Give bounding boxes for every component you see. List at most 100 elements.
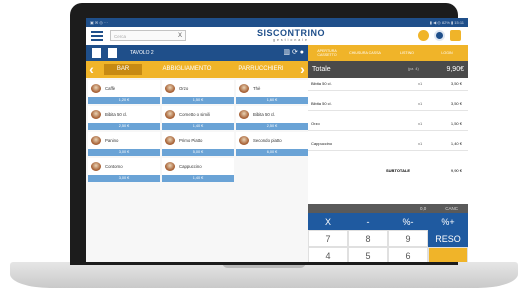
receipt-item-name: Orzo	[311, 121, 320, 126]
logo-text: SISCONTRINO	[256, 28, 325, 38]
main-course-icon	[239, 136, 249, 145]
receipt-item-qty: x1	[418, 141, 423, 146]
product-name: Cornetto o simili	[179, 112, 210, 117]
chevron-left-icon[interactable]: ‹	[86, 61, 97, 78]
key-4[interactable]: 4	[308, 247, 348, 262]
total-bar: Totale (pz. 4) 9,90€	[308, 61, 468, 78]
total-amount: 9,90€	[446, 66, 464, 73]
display-value: 0,0	[420, 206, 427, 211]
product-price: 2,50 €	[88, 123, 160, 130]
product-tile[interactable]: Thè 1,60 €	[236, 80, 308, 105]
product-name: Thè	[253, 86, 261, 91]
category-bar: ‹ BAR ABBIGLIAMENTO PARRUCCHIERI ›	[86, 61, 308, 78]
total-label: Totale	[312, 66, 331, 73]
croissant-icon	[165, 110, 175, 119]
receipt-icon[interactable]	[92, 48, 101, 58]
category-tab-hairdressers[interactable]: PARRUCCHIERI	[228, 64, 294, 75]
receipt-item-price: 1,40 €	[450, 141, 462, 146]
status-right: ▮ ◀ ◎ 82% ▮ 15:11	[429, 20, 464, 25]
product-name: Secondo piatto	[253, 138, 282, 143]
status-left: ▣ ✉ ◎ ···	[90, 20, 108, 25]
product-tile[interactable]: Secondo piatto 6,00 €	[236, 132, 308, 157]
receipt-item-qty: x1	[418, 121, 423, 126]
open-drawer-button[interactable]: APERTURA CASSETTO	[310, 45, 344, 61]
toolbar-actions-icons[interactable]: ▥ ⟳ ●	[283, 48, 304, 58]
key-6[interactable]: 6	[388, 247, 428, 262]
receipt-item-qty: x1	[418, 101, 423, 106]
user-avatar-icon[interactable]	[418, 30, 429, 41]
key-5[interactable]: 5	[348, 247, 388, 262]
product-name: Panino	[105, 138, 119, 143]
top-bar: Cerca X SISCONTRINO gestionale	[86, 27, 468, 46]
keypad: X - %- %+ 7 8 9 RESO 4 5 6	[308, 213, 468, 262]
product-name: Caffè	[105, 86, 116, 91]
product-name: Contorno	[105, 164, 123, 169]
key-extra[interactable]	[428, 247, 468, 262]
cappuccino-icon	[165, 162, 175, 171]
search-clear-button[interactable]: X	[178, 31, 182, 42]
receipt-item-price: 3,50 €	[450, 81, 462, 86]
tea-cup-icon	[239, 84, 249, 93]
key-percent-plus[interactable]: %+	[428, 213, 468, 230]
logo-subtitle: gestionale	[273, 38, 309, 42]
receipt-item-price: 1,50 €	[450, 121, 462, 126]
product-price: 3,00 €	[88, 175, 160, 182]
product-tile[interactable]: Orzo 1,50 €	[162, 80, 234, 105]
product-tile[interactable]: Bibita 50 cl. 2,50 €	[88, 106, 160, 131]
product-name: Bibita 50 cl.	[253, 112, 276, 117]
key-7[interactable]: 7	[308, 230, 348, 247]
receipt-item-qty: x1	[418, 81, 423, 86]
subtotal-row: SUBTOTALE 9,90 €	[308, 166, 468, 176]
key-minus[interactable]: -	[348, 213, 388, 230]
product-price: 1,20 €	[88, 97, 160, 104]
settings-gear-icon[interactable]	[450, 30, 461, 41]
product-tile[interactable]: Primo Piatto 5,00 €	[162, 132, 234, 157]
product-price: 1,60 €	[236, 97, 308, 104]
receipt-row[interactable]: Orzo x1 1,50 €	[308, 118, 468, 131]
pasta-plate-icon	[165, 136, 175, 145]
status-bar: ▣ ✉ ◎ ··· ▮ ◀ ◎ 82% ▮ 15:11	[86, 18, 468, 27]
actions-bar: APERTURA CASSETTO CHIUSURA CASSA LISTINO…	[308, 45, 468, 61]
product-price: 1,50 €	[162, 97, 234, 104]
receipt-row[interactable]: Bibita 50 cl. x1 3,50 €	[308, 98, 468, 111]
cup-icon	[165, 84, 175, 93]
category-tab-clothing[interactable]: ABBIGLIAMENTO	[150, 64, 224, 75]
help-icon[interactable]	[434, 30, 445, 41]
product-tile[interactable]: Contorno 3,00 €	[88, 158, 160, 183]
coffee-cup-icon	[91, 84, 101, 93]
key-9[interactable]: 9	[388, 230, 428, 247]
product-price: 1,40 €	[162, 123, 234, 130]
category-tab-bar[interactable]: BAR	[104, 64, 142, 75]
product-tile[interactable]: Cornetto o simili 1,40 €	[162, 106, 234, 131]
product-name: Cappuccino	[179, 164, 202, 169]
drink-icon	[91, 110, 101, 119]
subtotal-value: 9,90 €	[450, 168, 462, 173]
chevron-right-icon[interactable]: ›	[297, 61, 308, 78]
key-8[interactable]: 8	[348, 230, 388, 247]
table-name: TAVOLO 2	[130, 50, 154, 56]
table-toolbar: TAVOLO 2 ▥ ⟳ ●	[86, 45, 308, 61]
search-input[interactable]: Cerca X	[110, 30, 186, 41]
side-dish-icon	[91, 162, 101, 171]
receipt-row[interactable]: Cappuccino x1 1,40 €	[308, 138, 468, 151]
product-tile[interactable]: Panino 3,00 €	[88, 132, 160, 157]
product-tile[interactable]: Caffè 1,20 €	[88, 80, 160, 105]
product-price: 5,00 €	[162, 149, 234, 156]
cancel-button[interactable]: CANC	[445, 204, 458, 213]
close-register-button[interactable]: CHIUSURA CASSA	[348, 45, 382, 61]
app-logo: SISCONTRINO gestionale	[246, 29, 336, 43]
save-icon[interactable]	[108, 48, 117, 58]
login-button[interactable]: LOGIN	[430, 45, 464, 61]
key-percent-minus[interactable]: %-	[388, 213, 428, 230]
product-tile[interactable]: Cappuccino 1,40 €	[162, 158, 234, 183]
key-void[interactable]: X	[308, 213, 348, 230]
product-tile[interactable]: Bibita 50 cl. 2,50 €	[236, 106, 308, 131]
key-return[interactable]: RESO	[428, 230, 468, 247]
hamburger-menu-icon[interactable]	[91, 31, 103, 41]
receipt-row[interactable]: Bibita 50 cl. x1 3,50 €	[308, 78, 468, 91]
total-count: (pz. 4)	[408, 67, 419, 71]
price-list-button[interactable]: LISTINO	[390, 45, 424, 61]
receipt-item-name: Cappuccino	[311, 141, 333, 146]
product-name: Orzo	[179, 86, 189, 91]
drink-icon	[239, 110, 249, 119]
